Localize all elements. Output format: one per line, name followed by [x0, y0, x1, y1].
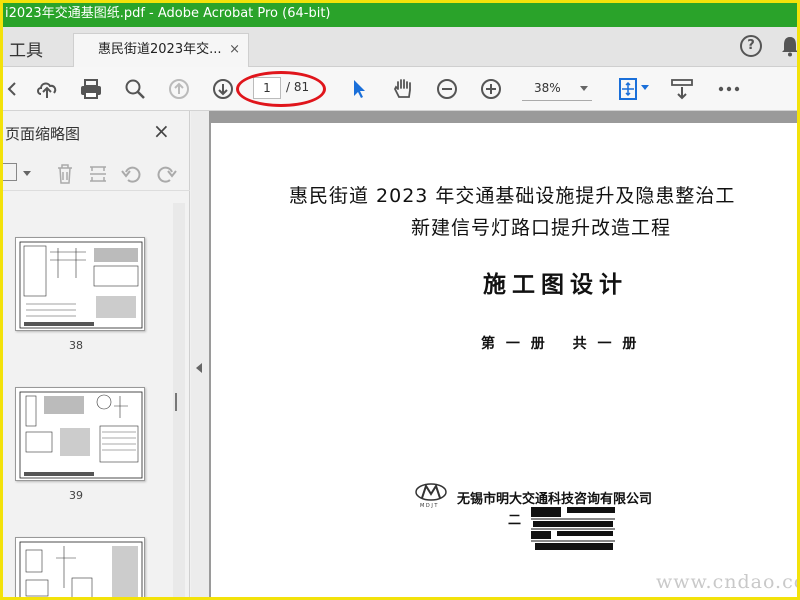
document-tab-label: 惠民街道2023年交... — [98, 42, 222, 57]
thumbnail-page-40[interactable] — [15, 537, 145, 597]
panel-close-button[interactable]: × — [153, 119, 170, 143]
extract-page-icon[interactable] — [88, 163, 108, 185]
thumbnail-list: 38 39 — [3, 203, 171, 597]
company-logo-icon: M D J T — [415, 483, 447, 508]
panel-splitter[interactable] — [191, 111, 209, 597]
seal-stamp-icon — [529, 505, 617, 553]
zoom-out-icon[interactable] — [433, 75, 461, 103]
thumbnail-label: 39 — [69, 489, 83, 502]
doc-volume-label: 第 一 册 共 一 册 — [481, 336, 640, 352]
panel-toolbar — [3, 157, 190, 191]
thumbnails-panel: 页面缩略图 × 38 39 — [3, 111, 190, 597]
notification-bell-icon[interactable] — [781, 35, 799, 57]
window-frame: i2023年交通基图纸.pdf - Adobe Acrobat Pro (64-… — [0, 0, 800, 600]
window-title: i2023年交通基图纸.pdf - Adobe Acrobat Pro (64-… — [3, 3, 797, 27]
doc-date-prefix: 二 — [508, 513, 522, 528]
svg-text:M D J T: M D J T — [420, 503, 438, 508]
watermark: www.cndao.com — [656, 571, 797, 593]
thumbnail-label: 38 — [69, 339, 83, 352]
more-options-icon[interactable] — [715, 75, 743, 103]
doc-design-label: 施工图设计 — [483, 271, 628, 298]
page-options-icon[interactable] — [3, 163, 17, 181]
tools-tab[interactable]: 工具 — [9, 36, 43, 61]
zoom-level-value: 38% — [534, 81, 561, 95]
thumbnail-page-38[interactable] — [15, 237, 145, 331]
rotate-ccw-icon[interactable] — [121, 163, 143, 185]
chevron-down-icon — [641, 85, 649, 90]
collapse-arrow-icon[interactable] — [196, 363, 202, 373]
main-toolbar: 1 / 81 38% — [3, 67, 797, 111]
document-view[interactable]: 惠民街道 2023 年交通基础设施提升及隐患整治工 新建信号灯路口提升改造工程 … — [209, 111, 797, 597]
drawing-preview-icon — [19, 241, 143, 329]
drawing-preview-icon — [19, 541, 143, 597]
tab-close-button[interactable]: × — [229, 34, 240, 66]
zoom-in-icon[interactable] — [477, 75, 505, 103]
zoom-level-dropdown[interactable]: 38% — [522, 77, 592, 101]
upload-icon[interactable] — [33, 75, 61, 103]
doc-title-line1: 惠民街道 2023 年交通基础设施提升及隐患整治工 — [289, 185, 736, 207]
thumbnail-page-39[interactable] — [15, 387, 145, 481]
zoom-search-icon[interactable] — [121, 75, 149, 103]
scroll-mode-icon[interactable] — [668, 75, 696, 103]
delete-icon[interactable] — [55, 163, 75, 185]
print-icon[interactable] — [77, 75, 105, 103]
document-tab[interactable]: 惠民街道2023年交... × — [73, 33, 249, 67]
select-tool-icon[interactable] — [345, 75, 373, 103]
doc-title-line2: 新建信号灯路口提升改造工程 — [411, 217, 672, 239]
chevron-down-icon — [580, 86, 588, 91]
drawing-preview-icon — [19, 391, 143, 479]
help-icon[interactable]: ? — [740, 35, 762, 57]
red-annotation-ellipse — [236, 71, 326, 107]
chevron-down-icon[interactable] — [23, 171, 31, 176]
tab-bar: 工具 惠民街道2023年交... × ? — [3, 27, 797, 67]
fit-page-icon[interactable] — [615, 75, 649, 103]
hand-tool-icon[interactable] — [389, 75, 417, 103]
page-up-icon[interactable] — [165, 75, 193, 103]
undo-icon[interactable] — [3, 75, 25, 103]
rotate-cw-icon[interactable] — [155, 163, 177, 185]
scrollbar-grip[interactable] — [175, 393, 177, 411]
pdf-page: 惠民街道 2023 年交通基础设施提升及隐患整治工 新建信号灯路口提升改造工程 … — [211, 123, 797, 597]
page-down-icon[interactable] — [209, 75, 237, 103]
panel-title: 页面缩略图 — [5, 125, 81, 143]
